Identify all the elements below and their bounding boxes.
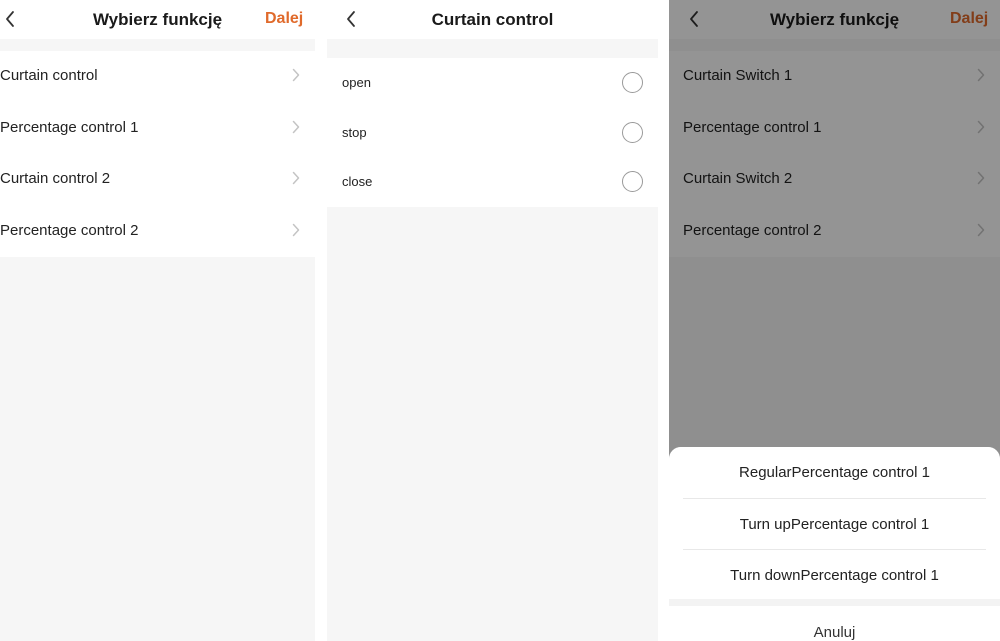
action-sheet-option[interactable]: Turn upPercentage control 1: [669, 499, 1000, 550]
next-button[interactable]: Dalej: [265, 10, 303, 28]
action-sheet-option[interactable]: Turn downPercentage control 1: [669, 550, 1000, 601]
list-item-label: Percentage control 2: [0, 221, 139, 239]
screen-curtain-control: Curtain control open stop close: [327, 0, 658, 641]
action-sheet-options: RegularPercentage control 1 Turn upPerce…: [669, 447, 1000, 599]
radio-unchecked-icon[interactable]: [622, 72, 643, 93]
action-sheet-option-label: Turn upPercentage control 1: [739, 515, 930, 533]
list-item[interactable]: Curtain control 2: [0, 154, 315, 206]
radio-unchecked-icon[interactable]: [622, 171, 643, 192]
option-row[interactable]: stop: [327, 108, 658, 158]
page-title: Curtain control: [431, 10, 554, 29]
action-sheet: RegularPercentage control 1 Turn upPerce…: [669, 447, 1000, 641]
chevron-right-icon: [292, 68, 300, 82]
radio-unchecked-icon[interactable]: [622, 121, 643, 143]
action-sheet-option[interactable]: RegularPercentage control 1: [669, 447, 1000, 498]
chevron-right-icon: [292, 223, 300, 237]
chevron-right-icon: [292, 120, 300, 134]
option-label: close: [342, 174, 373, 189]
screen-select-function-sheet: Wybierz funkcję Dalej Curtain Switch 1 P…: [669, 0, 1000, 641]
list-item[interactable]: Percentage control 2: [0, 206, 315, 258]
list-item[interactable]: Percentage control 1: [0, 103, 315, 155]
screen-select-function: Wybierz funkcję Dalej Curtain control Pe…: [0, 0, 315, 641]
action-sheet-option-label: Turn downPercentage control 1: [730, 567, 939, 584]
option-row[interactable]: open: [327, 58, 658, 108]
header: Wybierz funkcję Dalej: [0, 0, 315, 39]
function-list: Curtain control Percentage control 1 Cur…: [0, 51, 315, 257]
option-label: stop: [342, 124, 367, 140]
list-item-label: Percentage control 1: [0, 118, 139, 136]
list-item[interactable]: Curtain control: [0, 51, 315, 103]
option-row[interactable]: close: [327, 157, 658, 207]
chevron-right-icon: [292, 171, 300, 185]
list-item-label: Curtain control: [0, 67, 98, 84]
cancel-button-label: Anuluj: [813, 624, 856, 641]
option-list: open stop close: [327, 58, 658, 207]
action-sheet-option-label: RegularPercentage control 1: [739, 464, 930, 481]
header: Curtain control: [327, 0, 658, 39]
list-item-label: Curtain control 2: [0, 170, 111, 187]
option-label: open: [342, 75, 371, 90]
cancel-button[interactable]: Anuluj: [669, 606, 1000, 641]
